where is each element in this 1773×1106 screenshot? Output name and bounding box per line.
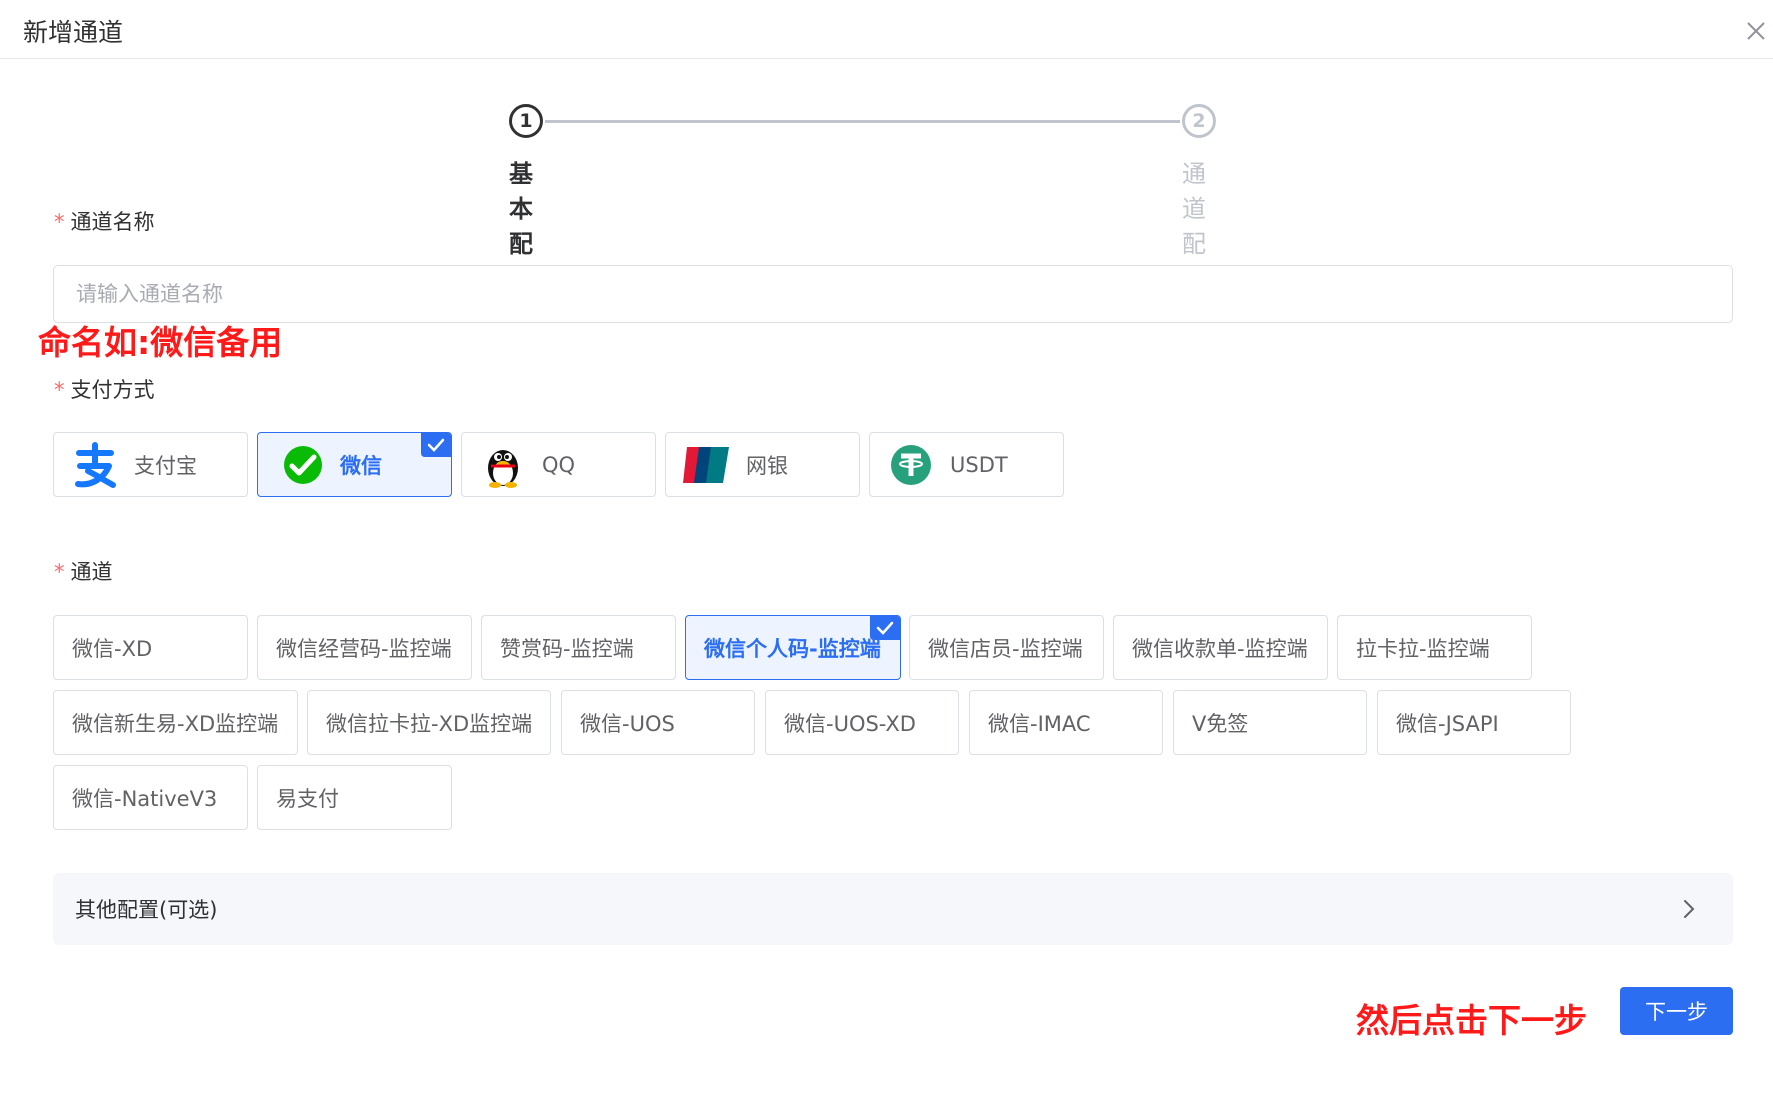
channel-option[interactable]: V免签 [1173,690,1367,755]
step-connector-line [545,120,1180,123]
channel-option[interactable]: 微信-UOS-XD [765,690,959,755]
channel-option[interactable]: 微信-NativeV3 [53,765,248,830]
channel-name-label: * 通道名称 [54,206,155,236]
channel-option[interactable]: 微信经营码-监控端 [257,615,472,680]
channel-option[interactable]: 微信收款单-监控端 [1113,615,1328,680]
channel-option-label: 拉卡拉-监控端 [1356,636,1490,661]
channel-option-label: 微信新生易-XD监控端 [72,711,279,736]
dialog-title: 新增通道 [23,18,124,47]
payment-option-label: 网银 [746,453,788,478]
payment-option-alipay[interactable]: 支付宝 [53,432,248,497]
qq-penguin-icon [478,440,528,490]
selected-check-icon [870,616,900,640]
channel-option-label: 微信店员-监控端 [928,636,1083,661]
payment-option-qq[interactable]: QQ [461,432,656,497]
channel-option-label: 微信-NativeV3 [72,786,218,811]
other-config-label: 其他配置(可选) [75,898,218,922]
payment-option-wechat[interactable]: 微信 [257,432,452,497]
channel-option[interactable]: 微信店员-监控端 [909,615,1104,680]
channel-option-label: 微信-IMAC [988,711,1091,736]
payment-option-label: QQ [542,452,576,477]
channel-option[interactable]: 微信-XD [53,615,248,680]
payment-option-label: 微信 [340,453,382,478]
channel-option[interactable]: 微信-JSAPI [1377,690,1571,755]
required-mark: * [54,378,65,402]
chevron-right-icon [1684,900,1695,918]
step-1-icon: 1 [509,104,543,138]
tether-icon [886,440,936,490]
channel-option-label: 微信拉卡拉-XD监控端 [326,711,533,736]
channel-label-text: 通道 [70,560,113,584]
annotation-next-hint: 然后点击下一步 [1356,1001,1587,1040]
channel-option-label: 赞赏码-监控端 [500,636,634,661]
channel-option[interactable]: 赞赏码-监控端 [481,615,676,680]
channel-option-label: V免签 [1192,711,1249,736]
channel-option-label: 微信-XD [72,636,153,661]
channel-name-input[interactable] [53,265,1733,323]
channel-option-label: 易支付 [276,786,339,811]
payment-option-label: USDT [950,452,1008,477]
channel-option[interactable]: 微信-UOS [561,690,755,755]
payment-option-usdt[interactable]: USDT [869,432,1064,497]
close-icon[interactable] [1745,20,1767,42]
channel-option[interactable]: 拉卡拉-监控端 [1337,615,1532,680]
channel-option[interactable]: 微信拉卡拉-XD监控端 [307,690,551,755]
payment-option-label: 支付宝 [134,453,197,478]
channel-option-label: 微信收款单-监控端 [1132,636,1308,661]
channel-option-label: 微信-UOS [580,711,675,736]
wechat-icon [278,440,328,490]
other-config-collapse[interactable]: 其他配置(可选) [53,873,1733,945]
step-2-icon: 2 [1182,104,1216,138]
channel-option-label: 微信-UOS-XD [784,711,916,736]
payment-method-label: * 支付方式 [54,374,155,404]
dialog-header: 新增通道 [0,0,1773,59]
channel-option-selected[interactable]: 微信个人码-监控端 [685,615,901,680]
channel-name-label-text: 通道名称 [70,210,155,234]
next-step-button[interactable]: 下一步 [1620,987,1733,1035]
unionpay-icon [682,440,732,490]
channel-option-label: 微信-JSAPI [1396,711,1499,736]
required-mark: * [54,560,65,584]
annotation-name-hint: 命名如:微信备用 [38,323,283,362]
channel-option[interactable]: 微信-IMAC [969,690,1163,755]
channel-option-label: 微信经营码-监控端 [276,636,452,661]
channel-option[interactable]: 微信新生易-XD监控端 [53,690,298,755]
channel-option-label: 微信个人码-监控端 [704,636,881,661]
channel-label: * 通道 [54,556,113,586]
selected-check-icon [421,433,451,457]
alipay-icon [70,440,120,490]
required-mark: * [54,210,65,234]
channel-option[interactable]: 易支付 [257,765,452,830]
payment-option-unionpay[interactable]: 网银 [665,432,860,497]
payment-method-label-text: 支付方式 [70,378,155,402]
